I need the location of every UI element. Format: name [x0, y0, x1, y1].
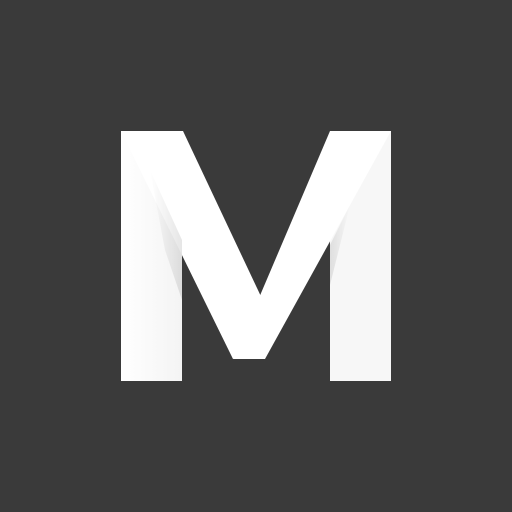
app-icon — [0, 0, 512, 512]
letter-m-logo-icon — [121, 131, 391, 381]
